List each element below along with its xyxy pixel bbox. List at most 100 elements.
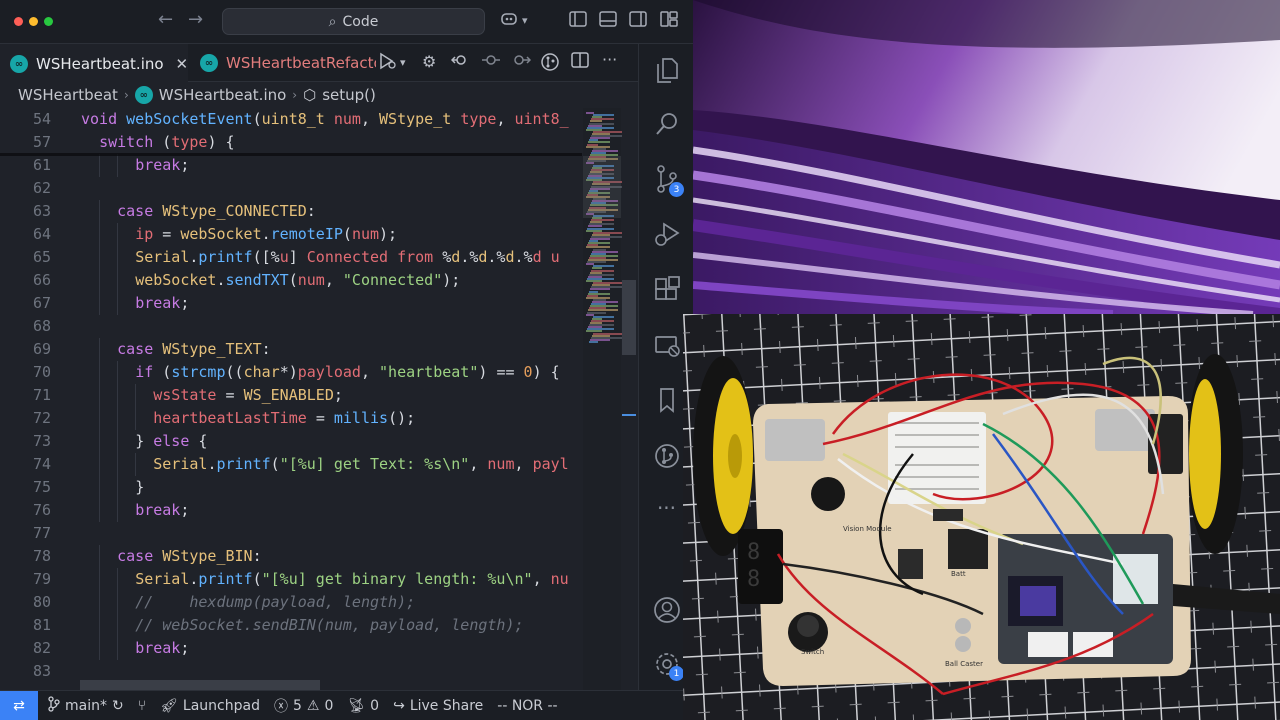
line-number: 57 (32, 133, 51, 151)
search-icon[interactable] (639, 110, 693, 144)
gear-icon[interactable]: ⚙ (422, 52, 436, 71)
code-line[interactable]: 74 Serial.printf("[%u] get Text: %s\n", … (0, 453, 582, 476)
arduino-file-icon: ∞ (10, 55, 28, 73)
code-line[interactable]: 61 break; (0, 154, 582, 177)
code-text: break; (135, 156, 190, 174)
code-editor-window: ← → ⌕ Code ▾ ∞ WSHeartbeat.ino ✕ ∞ WSHea… (0, 0, 693, 720)
maximize-window-button[interactable] (44, 17, 53, 26)
chevron-down-icon[interactable]: ▾ (400, 56, 406, 69)
line-number: 83 (32, 662, 51, 680)
breadcrumb-symbol[interactable]: setup() (322, 86, 376, 104)
vertical-scrollbar[interactable] (622, 280, 636, 355)
explorer-icon[interactable] (639, 56, 693, 90)
open-changes-icon[interactable] (450, 52, 471, 72)
indent-guide (117, 154, 119, 177)
branch-status[interactable]: main* ↻ (48, 695, 124, 716)
line-number: 80 (32, 593, 51, 611)
toggle-secondary-sidebar-icon[interactable] (629, 11, 647, 31)
code-text: break; (135, 639, 190, 657)
live-share-status[interactable]: ↪ Live Share (393, 698, 483, 714)
git-lens-icon[interactable] (540, 52, 560, 76)
remote-indicator[interactable]: ⇄ (0, 690, 38, 720)
line-number: 73 (32, 432, 51, 450)
indent-guide (117, 292, 119, 315)
code-line[interactable]: 79 Serial.printf("[%u] get binary length… (0, 568, 582, 591)
code-line[interactable]: 77 (0, 522, 582, 545)
code-line[interactable]: 78 case WStype_BIN: (0, 545, 582, 568)
chevron-down-icon[interactable]: ▾ (522, 14, 528, 27)
toggle-panel-icon[interactable] (599, 11, 617, 31)
ports-status[interactable]: 📡︎ 0 (347, 698, 379, 714)
close-window-button[interactable] (14, 17, 23, 26)
indent-guide (99, 545, 101, 568)
code-line[interactable]: 81 // webSocket.sendBIN(num, payload, le… (0, 614, 582, 637)
robot-camera-feed: 8 8 Vision Module Switch Ball Caster Bat… (683, 314, 1280, 720)
indent-guide (99, 384, 101, 407)
more-actions-icon[interactable]: ··· (602, 50, 617, 69)
launchpad-status[interactable]: 🚀︎ Launchpad (160, 698, 260, 714)
forward-arrow-icon[interactable]: → (188, 9, 203, 30)
line-number: 63 (32, 202, 51, 220)
copilot-icon[interactable] (500, 11, 518, 31)
scrollbar-cursor-marker (622, 414, 636, 416)
toggle-sidebar-icon[interactable] (569, 11, 587, 31)
extensions-icon[interactable] (639, 276, 693, 310)
back-arrow-icon[interactable]: ← (158, 9, 173, 30)
code-area[interactable]: 61 break; 62 63 case WStype_CONNECTED: 64 i… (0, 108, 582, 690)
code-text: Serial.printf([%u] Connected from %d.%d.… (135, 248, 560, 266)
code-line[interactable]: 69 case WStype_TEXT: (0, 338, 582, 361)
line-number: 82 (32, 639, 51, 657)
indent-guide (99, 246, 101, 269)
code-line[interactable]: 63 case WStype_CONNECTED: (0, 200, 582, 223)
code-line[interactable]: 64 ip = webSocket.remoteIP(num); (0, 223, 582, 246)
code-line[interactable]: 62 (0, 177, 582, 200)
minimap-slider[interactable] (583, 156, 621, 218)
line-number: 65 (32, 248, 51, 266)
line-number: 78 (32, 547, 51, 565)
horizontal-scrollbar[interactable] (80, 680, 320, 690)
code-line[interactable]: 68 (0, 315, 582, 338)
breadcrumb-folder[interactable]: WSHeartbeat (18, 86, 118, 104)
breadcrumb-file[interactable]: WSHeartbeat.ino (159, 86, 287, 104)
code-line[interactable]: 72 heartbeatLastTime = millis(); (0, 407, 582, 430)
sticky-scroll-shadow (0, 153, 582, 156)
arduino-file-icon: ∞ (134, 86, 153, 104)
git-graph-status[interactable]: ⑂ (138, 698, 146, 714)
code-line[interactable]: 66 webSocket.sendTXT(num, "Connected"); (0, 269, 582, 292)
tab-wsheartbeat[interactable]: ∞ WSHeartbeat.ino ✕ (0, 44, 188, 82)
code-line[interactable]: 70 if (strcmp((char*)payload, "heartbeat… (0, 361, 582, 384)
code-line[interactable]: 76 break; (0, 499, 582, 522)
desktop-wallpaper (693, 0, 1280, 314)
chevron-right-icon: › (123, 88, 129, 102)
sync-icon[interactable]: ↻ (112, 698, 124, 714)
code-line[interactable]: 82 break; (0, 637, 582, 660)
indent-guide (117, 361, 119, 384)
tab-wsheartbeat-refactor[interactable]: ∞ WSHeartbeatRefacto (190, 44, 376, 82)
source-control-icon[interactable] (639, 164, 693, 200)
code-text: heartbeatLastTime = millis(); (153, 409, 416, 427)
line-number: 61 (32, 156, 51, 174)
split-editor-icon[interactable] (571, 52, 589, 72)
code-line[interactable]: 75 } (0, 476, 582, 499)
code-line[interactable]: 80 // hexdump(payload, length); (0, 591, 582, 614)
live-share-label: Live Share (409, 697, 484, 714)
run-debug-icon[interactable] (639, 220, 693, 254)
indent-guide (135, 453, 137, 476)
customize-layout-icon[interactable] (660, 11, 678, 31)
sticky-scroll-line[interactable]: 54 void webSocketEvent(uint8_t num, WStyp… (0, 108, 582, 131)
run-icon[interactable] (378, 52, 398, 74)
minimize-window-button[interactable] (29, 17, 38, 26)
close-icon[interactable]: ✕ (176, 55, 189, 73)
code-line[interactable]: 65 Serial.printf([%u] Connected from %d.… (0, 246, 582, 269)
code-line[interactable]: 67 break; (0, 292, 582, 315)
sticky-scroll-line[interactable]: 57 switch (type) { (0, 131, 582, 154)
indent-guide (99, 223, 101, 246)
problems-status[interactable]: ⓧ 5 ⚠ 0 (274, 696, 333, 716)
launchpad-label: Launchpad (182, 697, 260, 714)
commit-icon[interactable] (481, 52, 501, 72)
command-center-search[interactable]: ⌕ Code (222, 8, 485, 35)
code-line[interactable]: 73 } else { (0, 430, 582, 453)
code-line[interactable]: 71 wsState = WS_ENABLED; (0, 384, 582, 407)
next-change-icon[interactable] (511, 52, 532, 72)
code-text: case WStype_CONNECTED: (117, 202, 316, 220)
